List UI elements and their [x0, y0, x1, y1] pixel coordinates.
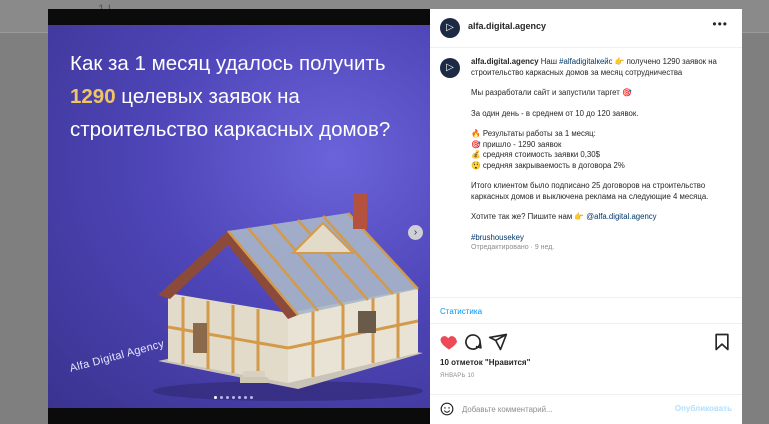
carousel-dot[interactable]: [250, 396, 253, 399]
carousel-dot[interactable]: [226, 396, 229, 399]
caption-avatar[interactable]: ▷: [440, 58, 460, 78]
carousel-dot[interactable]: [232, 396, 235, 399]
media-letterbox-top: [48, 9, 430, 25]
media-letterbox-bottom: [48, 408, 430, 424]
divider: [430, 297, 742, 298]
post-header: ▷ alfa.digital.agency •••: [430, 9, 742, 48]
carousel-next-button[interactable]: ›: [408, 225, 423, 240]
bookmark-icon[interactable]: [712, 332, 732, 352]
comment-bar: Опубликовать: [430, 395, 742, 424]
caption-paragraph: Итого клиентом было подписано 25 договор…: [471, 181, 709, 201]
caption-paragraph: Мы разработали сайт и запустили таргет 🎯: [471, 88, 632, 97]
headline-text-1: Как за 1 месяц удалось получить: [70, 52, 386, 75]
edited-timestamp: Отредактировано · 9 нед.: [471, 244, 555, 251]
carousel-dot[interactable]: [244, 396, 247, 399]
results-title: 🔥 Результаты работы за 1 месяц:: [471, 129, 596, 138]
post-date[interactable]: ЯНВАРЬ 10: [440, 373, 475, 379]
hashtag-link[interactable]: #brushousekey: [471, 233, 524, 242]
header-username[interactable]: alfa.digital.agency: [468, 21, 546, 31]
share-icon[interactable]: [488, 332, 508, 352]
carousel-dot[interactable]: [214, 396, 217, 399]
emoji-icon[interactable]: [440, 402, 454, 416]
result-item: 💰 средняя стоимость заявки 0,30$: [471, 150, 600, 159]
statistics-link[interactable]: Статистика: [440, 307, 482, 316]
likes-count[interactable]: 10 отметок "Нравится": [440, 358, 530, 367]
carousel-dots: [214, 396, 253, 399]
frame-house-illustration: [153, 193, 423, 401]
caption-username[interactable]: alfa.digital.agency: [471, 57, 539, 66]
result-item: 🎯 пришло - 1290 заявок: [471, 139, 562, 149]
heart-icon[interactable]: [439, 332, 459, 352]
carousel-dot[interactable]: [238, 396, 241, 399]
divider: [430, 323, 742, 324]
hashtag-link[interactable]: #alfadigitalкейс: [559, 57, 612, 66]
mention-link[interactable]: @alfa.digital.agency: [586, 212, 656, 221]
headline-highlight: 1290: [70, 85, 116, 108]
carousel-slide[interactable]: Как за 1 месяц удалось получить 1290 цел…: [48, 25, 430, 408]
post-media[interactable]: Как за 1 месяц удалось получить 1290 цел…: [48, 9, 430, 424]
result-item: 😲 средняя закрываемость в договора 2%: [471, 160, 625, 170]
caption-cta: Хотите так же? Пишите нам 👉: [471, 212, 587, 221]
avatar[interactable]: ▷: [440, 18, 460, 38]
carousel-dot[interactable]: [220, 396, 223, 399]
brand-logo-icon: ▷: [446, 62, 454, 73]
post-side-panel: ▷ alfa.digital.agency ••• ▷ alfa.digital…: [430, 9, 742, 424]
comment-input[interactable]: [462, 402, 652, 416]
chevron-right-icon: ›: [413, 227, 418, 238]
brand-logo-icon: ▷: [446, 22, 454, 33]
caption-text: alfa.digital.agency Наш #alfadigitalкейс…: [471, 57, 721, 254]
post-actions: [430, 328, 742, 358]
comment-icon[interactable]: [463, 332, 483, 352]
post-comment-button[interactable]: Опубликовать: [675, 404, 732, 413]
caption-section: ▷ alfa.digital.agency Наш #alfadigitalке…: [430, 49, 742, 296]
headline-text-2: целевых заявок на строительство каркасны…: [70, 85, 391, 141]
more-options-icon[interactable]: •••: [712, 17, 728, 31]
slide-headline: Как за 1 месяц удалось получить 1290 цел…: [70, 47, 400, 146]
post-modal: Как за 1 месяц удалось получить 1290 цел…: [48, 9, 742, 424]
caption-paragraph: За один день - в среднем от 10 до 120 за…: [471, 108, 639, 118]
caption-line1-a: Наш: [540, 57, 560, 66]
